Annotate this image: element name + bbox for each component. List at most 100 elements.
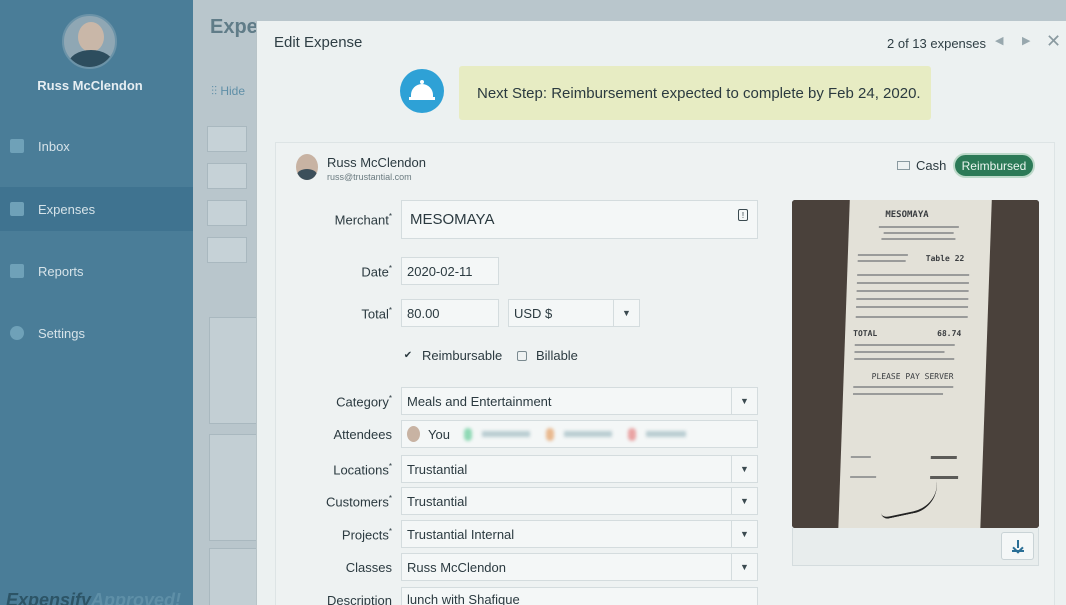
bell-base: [409, 97, 435, 100]
checkmark-icon: ✔: [403, 349, 413, 361]
sidebar-item-inbox[interactable]: Inbox: [0, 124, 193, 168]
sidebar-item-label: Settings: [38, 325, 85, 341]
date-input[interactable]: 2020-02-11: [401, 257, 499, 285]
classes-select[interactable]: Russ McClendon ▼: [401, 553, 758, 581]
merchant-label-text: Merchant: [334, 212, 389, 228]
chevron-down-icon: ▼: [731, 456, 757, 482]
modal-title: Edit Expense: [274, 34, 363, 51]
locations-value: Trustantial: [407, 461, 468, 477]
attendee-avatar: [407, 426, 420, 442]
receipt-line: [857, 254, 908, 256]
blurred-attendees: [463, 427, 686, 441]
receipt-line: [857, 260, 906, 262]
projects-label: Projects*: [341, 527, 392, 543]
date-label-text: Date: [361, 264, 389, 280]
receipt-line: [857, 274, 970, 276]
download-receipt-button[interactable]: [1001, 532, 1034, 560]
sidebar-item-reports[interactable]: Reports: [0, 249, 193, 293]
date-value: 2020-02-11: [407, 263, 473, 279]
receipt-line: [878, 226, 959, 228]
avatar-head: [78, 22, 104, 52]
hide-label: Hide: [220, 84, 246, 98]
receipt-line: [854, 358, 955, 360]
customers-select[interactable]: Trustantial ▼: [401, 487, 758, 515]
currency-select[interactable]: USD $ ▼: [508, 299, 640, 327]
receipt-line: [854, 344, 955, 346]
hide-filters-link[interactable]: ⫶⫶ Hide: [211, 84, 245, 99]
total-label-text: Total: [361, 306, 389, 322]
total-value: 80.00: [407, 305, 440, 321]
merchant-value: MESOMAYA: [410, 211, 495, 228]
customers-value: Trustantial: [407, 493, 468, 509]
blurred-name: [563, 431, 612, 437]
checkbox-empty-icon: [517, 350, 527, 361]
attendees-label: Attendees: [333, 427, 392, 442]
attendee-chip-self[interactable]: You: [407, 426, 450, 442]
receipt-line: [856, 290, 969, 292]
inbox-icon: [10, 139, 24, 153]
sidebar-item-label: Inbox: [38, 138, 70, 154]
submitter-avatar: [296, 154, 318, 180]
close-icon[interactable]: ✕: [1046, 31, 1061, 52]
category-label: Category*: [336, 394, 392, 410]
submitter-email: russ@trustantial.com: [327, 172, 412, 182]
filter-row[interactable]: [207, 163, 247, 189]
receipt-handwriting: [930, 476, 959, 479]
chevron-down-icon: ▼: [731, 554, 757, 580]
customers-label: Customers*: [326, 494, 392, 510]
category-select[interactable]: Meals and Entertainment ▼: [401, 387, 758, 415]
blurred-name: [481, 431, 530, 437]
reimbursable-checkbox[interactable]: ✔ Reimbursable: [403, 348, 502, 363]
projects-select[interactable]: Trustantial Internal ▼: [401, 520, 758, 548]
expenses-icon: [10, 202, 24, 216]
attendees-input[interactable]: You: [401, 420, 758, 448]
receipt-table: Table 22: [925, 254, 965, 263]
avatar-body: [68, 50, 114, 67]
receipt-line: [850, 476, 877, 478]
previous-expense-button[interactable]: ◀: [995, 34, 1003, 47]
next-expense-button[interactable]: ▶: [1022, 34, 1030, 47]
filter-row[interactable]: [207, 237, 247, 263]
payment-type: Cash: [897, 158, 946, 173]
chevron-down-icon: ▼: [731, 521, 757, 547]
next-step-text: Reimbursement expected to complete by Fe…: [551, 84, 921, 102]
sidebar-item-expenses[interactable]: Expenses: [0, 187, 193, 231]
reports-icon: [10, 264, 24, 278]
receipt-paper: MESOMAYA Table 22 TOTAL 68.74 PLEASE PAY…: [838, 200, 992, 528]
bell-dome: [411, 84, 433, 97]
receipt-line: [881, 238, 956, 240]
classes-label: Classes: [345, 560, 392, 575]
billable-checkbox[interactable]: Billable: [517, 348, 578, 363]
receipt-line: [856, 306, 969, 308]
chevron-down-icon: ▼: [731, 388, 757, 414]
sidebar-item-settings[interactable]: Settings: [0, 311, 193, 355]
description-input[interactable]: lunch with Shafique: [401, 587, 758, 605]
receipt-signature: [877, 480, 942, 520]
sidebar-avatar[interactable]: [62, 14, 117, 69]
merchant-input[interactable]: MESOMAYA !: [401, 200, 758, 239]
billable-label: Billable: [536, 348, 578, 363]
submitter-name: Russ McClendon: [327, 155, 426, 170]
status-badge: Reimbursed: [953, 153, 1035, 178]
receipt-handwriting: [930, 456, 957, 459]
merchant-label: Merchant*: [334, 212, 392, 228]
concierge-bell-icon: [400, 69, 444, 113]
brand-text-b: Approved!: [91, 590, 182, 605]
currency-value: USD $: [514, 305, 553, 321]
smartscan-info-icon[interactable]: !: [738, 209, 748, 221]
locations-select[interactable]: Trustantial ▼: [401, 455, 758, 483]
payment-type-label: Cash: [916, 158, 947, 173]
brand-text-a: Expensify: [6, 590, 92, 605]
receipt-image[interactable]: MESOMAYA Table 22 TOTAL 68.74 PLEASE PAY…: [792, 200, 1039, 528]
locations-label-text: Locations: [333, 462, 389, 478]
filter-row[interactable]: [207, 200, 247, 226]
projects-label-text: Projects: [341, 527, 389, 543]
total-input[interactable]: 80.00: [401, 299, 499, 327]
receipt-line: [883, 232, 954, 234]
receipt-line: [853, 386, 954, 388]
sidebar: Russ McClendon Inbox Expenses Reports Se…: [0, 0, 193, 605]
receipt-merchant: MESOMAYA: [885, 210, 929, 220]
category-label-text: Category: [336, 394, 389, 410]
filter-row[interactable]: [207, 126, 247, 152]
receipt-line: [856, 298, 969, 300]
